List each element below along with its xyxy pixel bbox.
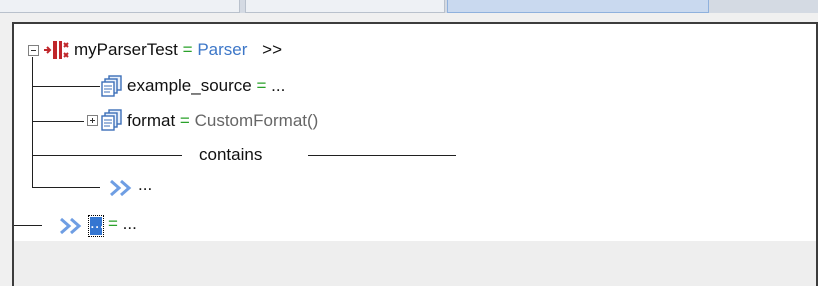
root-type[interactable]: Parser: [197, 40, 247, 59]
red-node-icon: [44, 41, 69, 59]
empty-editor-area: [14, 241, 816, 286]
tree-connector: [32, 187, 100, 188]
property-sheet-icon: [101, 109, 122, 131]
property-name[interactable]: example_source: [127, 76, 252, 95]
root-name[interactable]: myParserTest: [74, 40, 178, 59]
tree-connector: [14, 225, 42, 226]
property-value[interactable]: ...: [271, 76, 285, 95]
more-link[interactable]: >>: [262, 40, 282, 59]
tree-connector: [32, 86, 100, 87]
property-sheet-icon: [101, 75, 122, 97]
placeholder-value[interactable]: ...: [138, 175, 152, 195]
editor-panel: myParserTest = Parser >> example_source …: [12, 22, 818, 286]
plus-expander-icon[interactable]: [87, 115, 98, 126]
property-value[interactable]: CustomFormat(): [195, 111, 319, 130]
contains-label: contains: [199, 145, 263, 164]
double-chevron-icon[interactable]: [58, 217, 86, 235]
double-chevron-icon[interactable]: [108, 179, 136, 197]
selected-text: ...: [90, 213, 105, 232]
tree-connector: [32, 121, 84, 122]
tab-1[interactable]: [0, 0, 240, 13]
root-operator: =: [182, 40, 193, 59]
tab-active[interactable]: [447, 0, 709, 13]
property-operator: =: [256, 76, 267, 95]
bottom-operator: =: [108, 214, 118, 233]
tree-connector: [32, 155, 182, 156]
tree-connector: [308, 155, 456, 156]
bottom-value[interactable]: ...: [123, 214, 137, 233]
minus-expander-icon[interactable]: [28, 45, 39, 56]
bottom-row-text[interactable]: = ...: [108, 214, 137, 234]
selected-cell[interactable]: ...: [88, 213, 104, 237]
property-name[interactable]: format: [127, 111, 175, 130]
root-node[interactable]: myParserTest = Parser >>: [74, 40, 282, 60]
property-operator: =: [179, 111, 190, 130]
tab-2[interactable]: [245, 0, 445, 13]
tree-item-example-source[interactable]: example_source = ...: [127, 76, 285, 96]
tree-item-format[interactable]: format = CustomFormat(): [127, 111, 318, 131]
tree-view: myParserTest = Parser >> example_source …: [14, 24, 816, 241]
tab-strip: [0, 0, 818, 13]
tree-connector: [32, 57, 33, 187]
